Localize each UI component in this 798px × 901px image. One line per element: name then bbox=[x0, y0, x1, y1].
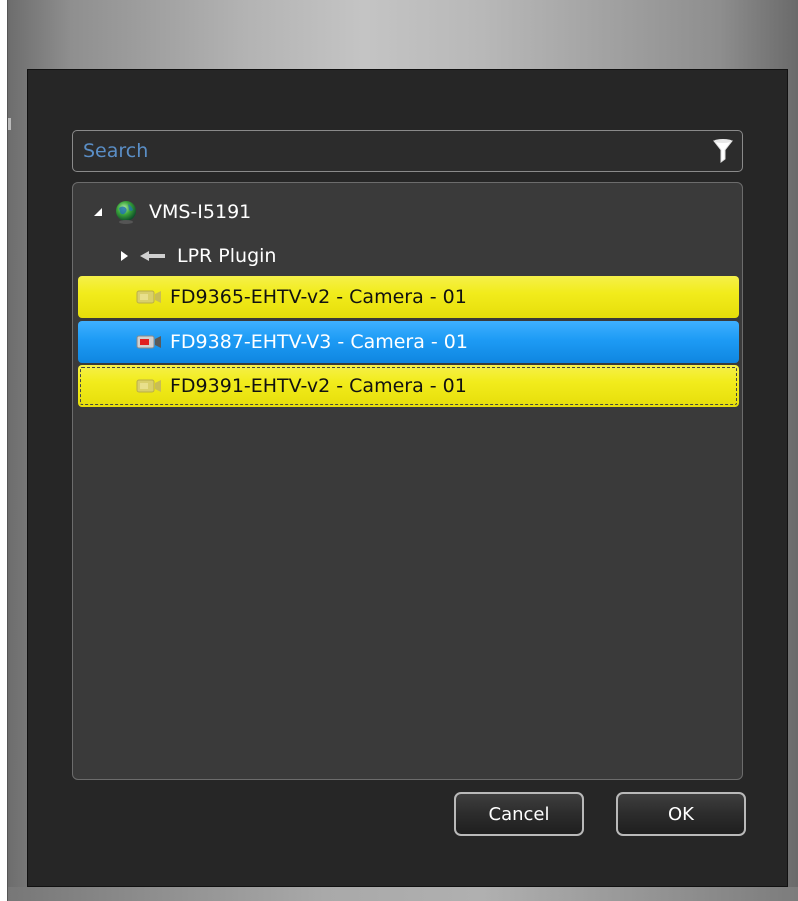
tree-node-plugin[interactable]: LPR Plugin bbox=[117, 241, 276, 271]
ok-button[interactable]: OK bbox=[616, 792, 746, 836]
dialog-panel: VMS-I5191 LPR Plugin FD9365-EHT bbox=[27, 69, 788, 887]
device-tree: VMS-I5191 LPR Plugin FD9365-EHTV-v2 - Ca… bbox=[72, 182, 743, 780]
camera-3-label: FD9391-EHTV-v2 - Camera - 01 bbox=[170, 375, 467, 397]
cancel-button[interactable]: Cancel bbox=[454, 792, 584, 836]
search-box bbox=[72, 130, 743, 172]
camera-icon bbox=[136, 379, 161, 393]
camera-icon bbox=[136, 290, 161, 304]
tree-item-camera-3[interactable]: FD9391-EHTV-v2 - Camera - 01 bbox=[78, 365, 739, 407]
collapsed-triangle-icon[interactable] bbox=[117, 249, 131, 263]
search-input[interactable] bbox=[83, 131, 683, 171]
tree-item-camera-1[interactable]: FD9365-EHTV-v2 - Camera - 01 bbox=[78, 276, 739, 318]
filter-icon[interactable] bbox=[712, 138, 734, 164]
globe-server-icon bbox=[116, 201, 136, 224]
camera-red-icon bbox=[136, 335, 161, 349]
plugin-arrow-icon bbox=[140, 251, 165, 261]
tree-node-root-label: VMS-I5191 bbox=[149, 201, 252, 223]
dialog-window: VMS-I5191 LPR Plugin FD9365-EHT bbox=[7, 0, 798, 901]
tree-node-plugin-label: LPR Plugin bbox=[177, 245, 277, 267]
expanded-triangle-icon[interactable] bbox=[91, 205, 105, 219]
window-edge-marker bbox=[8, 118, 11, 130]
tree-node-root[interactable]: VMS-I5191 bbox=[91, 197, 251, 227]
window-bottom-frame bbox=[8, 887, 798, 901]
camera-1-label: FD9365-EHTV-v2 - Camera - 01 bbox=[170, 286, 467, 308]
tree-item-camera-2[interactable]: FD9387-EHTV-V3 - Camera - 01 bbox=[78, 321, 739, 363]
camera-2-label: FD9387-EHTV-V3 - Camera - 01 bbox=[170, 331, 468, 353]
